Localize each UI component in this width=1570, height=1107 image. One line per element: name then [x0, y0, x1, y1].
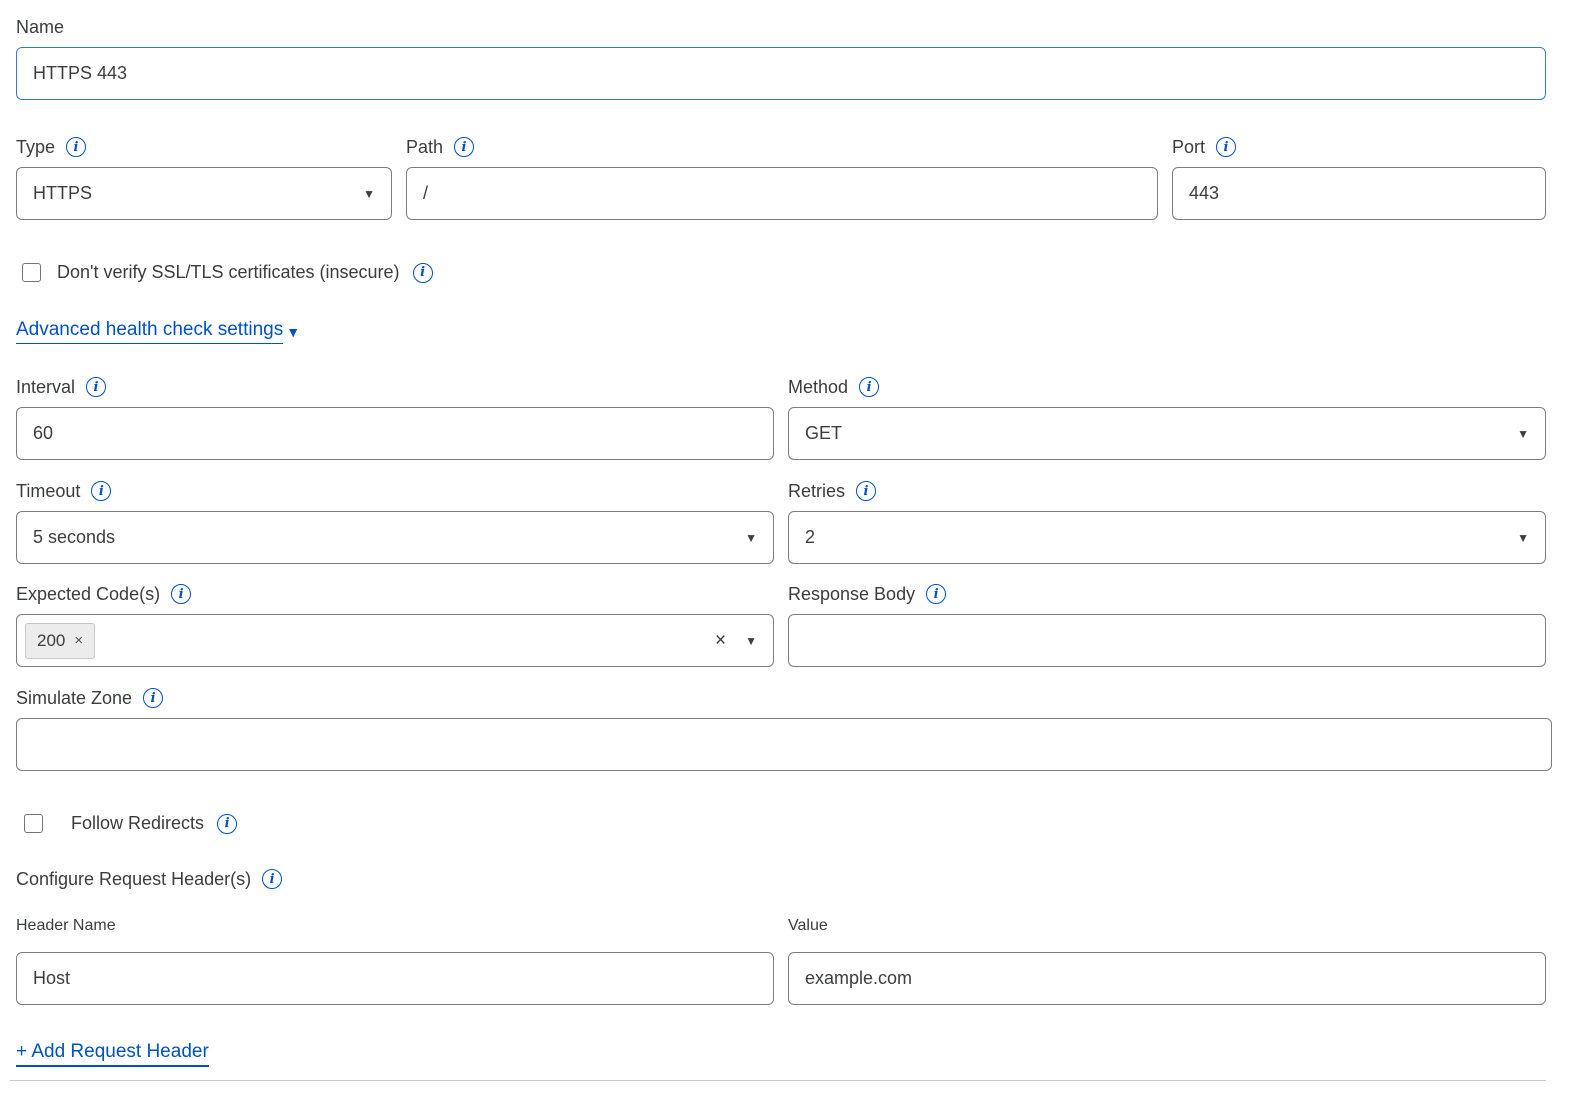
- add-header-row: + Add Request Header: [16, 1041, 1546, 1067]
- interval-label: Interval: [16, 376, 75, 398]
- expected-code-tag-value: 200: [37, 631, 65, 651]
- info-icon[interactable]: i: [856, 481, 876, 501]
- interval-method-fields: GET ▼: [16, 407, 1546, 460]
- header-value-column-label: Value: [788, 917, 828, 934]
- header-name-column-label: Header Name: [16, 917, 116, 934]
- name-input[interactable]: [16, 47, 1546, 100]
- expected-codes-multiselect[interactable]: 200 × × ▼: [16, 614, 774, 667]
- info-icon[interactable]: i: [454, 137, 474, 157]
- type-path-port-fields: HTTPS ▼: [16, 167, 1546, 220]
- codes-body-fields: 200 × × ▼: [16, 614, 1546, 667]
- info-icon[interactable]: i: [217, 814, 237, 834]
- retries-select[interactable]: 2 ▼: [788, 511, 1546, 564]
- header-name-input[interactable]: [16, 952, 774, 1005]
- info-icon[interactable]: i: [262, 869, 282, 889]
- timeout-retries-fields: 5 seconds ▼ 2 ▼: [16, 511, 1546, 564]
- simulate-zone-section: Simulate Zone i: [16, 687, 1546, 771]
- header-value-input[interactable]: [788, 952, 1546, 1005]
- retries-select-value: 2: [805, 527, 815, 548]
- follow-redirects-checkbox[interactable]: [24, 814, 43, 833]
- type-label: Type: [16, 136, 55, 158]
- request-headers-title: Configure Request Header(s): [16, 868, 251, 890]
- chevron-down-icon: ▼: [1517, 531, 1529, 545]
- info-icon[interactable]: i: [1216, 137, 1236, 157]
- advanced-settings-link-text: Advanced health check settings: [16, 319, 283, 344]
- advanced-settings-row: Advanced health check settings ▼: [16, 319, 1546, 344]
- response-body-label: Response Body: [788, 583, 915, 605]
- retries-label: Retries: [788, 480, 845, 502]
- info-icon[interactable]: i: [413, 263, 433, 283]
- path-label: Path: [406, 136, 443, 158]
- follow-redirects-row: Follow Redirects i: [16, 813, 1546, 834]
- follow-redirects-label: Follow Redirects: [71, 813, 204, 834]
- advanced-settings-link[interactable]: Advanced health check settings ▼: [16, 319, 300, 344]
- request-headers-title-row: Configure Request Header(s) i: [16, 868, 1546, 890]
- codes-body-labels: Expected Code(s) i Response Body i: [16, 583, 1546, 614]
- type-select[interactable]: HTTPS ▼: [16, 167, 392, 220]
- response-body-input[interactable]: [788, 614, 1546, 667]
- info-icon[interactable]: i: [859, 377, 879, 397]
- timeout-select[interactable]: 5 seconds ▼: [16, 511, 774, 564]
- expected-codes-label: Expected Code(s): [16, 583, 160, 605]
- verify-ssl-label: Don't verify SSL/TLS certificates (insec…: [57, 262, 400, 283]
- simulate-zone-label: Simulate Zone: [16, 687, 132, 709]
- path-input[interactable]: [406, 167, 1158, 220]
- verify-ssl-checkbox[interactable]: [22, 263, 41, 282]
- port-input[interactable]: [1172, 167, 1546, 220]
- verify-ssl-row: Don't verify SSL/TLS certificates (insec…: [16, 262, 1546, 283]
- chevron-down-icon: ▼: [1517, 427, 1529, 441]
- info-icon[interactable]: i: [143, 688, 163, 708]
- info-icon[interactable]: i: [86, 377, 106, 397]
- type-select-value: HTTPS: [33, 183, 92, 204]
- timeout-retries-labels: Timeout i Retries i: [16, 480, 1546, 511]
- info-icon[interactable]: i: [171, 584, 191, 604]
- add-request-header-link[interactable]: + Add Request Header: [16, 1041, 209, 1067]
- timeout-select-value: 5 seconds: [33, 527, 115, 548]
- info-icon[interactable]: i: [91, 481, 111, 501]
- expected-code-tag: 200 ×: [25, 623, 95, 659]
- chevron-down-icon: ▼: [745, 531, 757, 545]
- method-select-value: GET: [805, 423, 842, 444]
- interval-input[interactable]: [16, 407, 774, 460]
- clear-all-icon[interactable]: ×: [715, 630, 726, 652]
- port-label: Port: [1172, 136, 1205, 158]
- interval-method-labels: Interval i Method i: [16, 376, 1546, 407]
- add-request-header-link-text: + Add Request Header: [16, 1041, 209, 1067]
- type-path-port-labels: Type i Path i Port i: [16, 136, 1546, 167]
- simulate-zone-input[interactable]: [16, 718, 1552, 771]
- name-label: Name: [16, 16, 64, 38]
- name-label-row: Name: [16, 16, 1546, 38]
- remove-tag-icon[interactable]: ×: [74, 632, 83, 649]
- header-columns-labels: Header Name Value: [16, 916, 1546, 936]
- chevron-down-icon: ▼: [363, 187, 375, 201]
- health-check-form: Name Type i Path i Port i HTTPS ▼: [0, 0, 1570, 1081]
- info-icon[interactable]: i: [926, 584, 946, 604]
- chevron-down-icon: ▼: [286, 324, 300, 340]
- timeout-label: Timeout: [16, 480, 80, 502]
- info-icon[interactable]: i: [66, 137, 86, 157]
- method-select[interactable]: GET ▼: [788, 407, 1546, 460]
- bottom-divider: [10, 1080, 1546, 1081]
- chevron-down-icon[interactable]: ▼: [745, 634, 757, 648]
- header-row: [16, 952, 1546, 1005]
- method-label: Method: [788, 376, 848, 398]
